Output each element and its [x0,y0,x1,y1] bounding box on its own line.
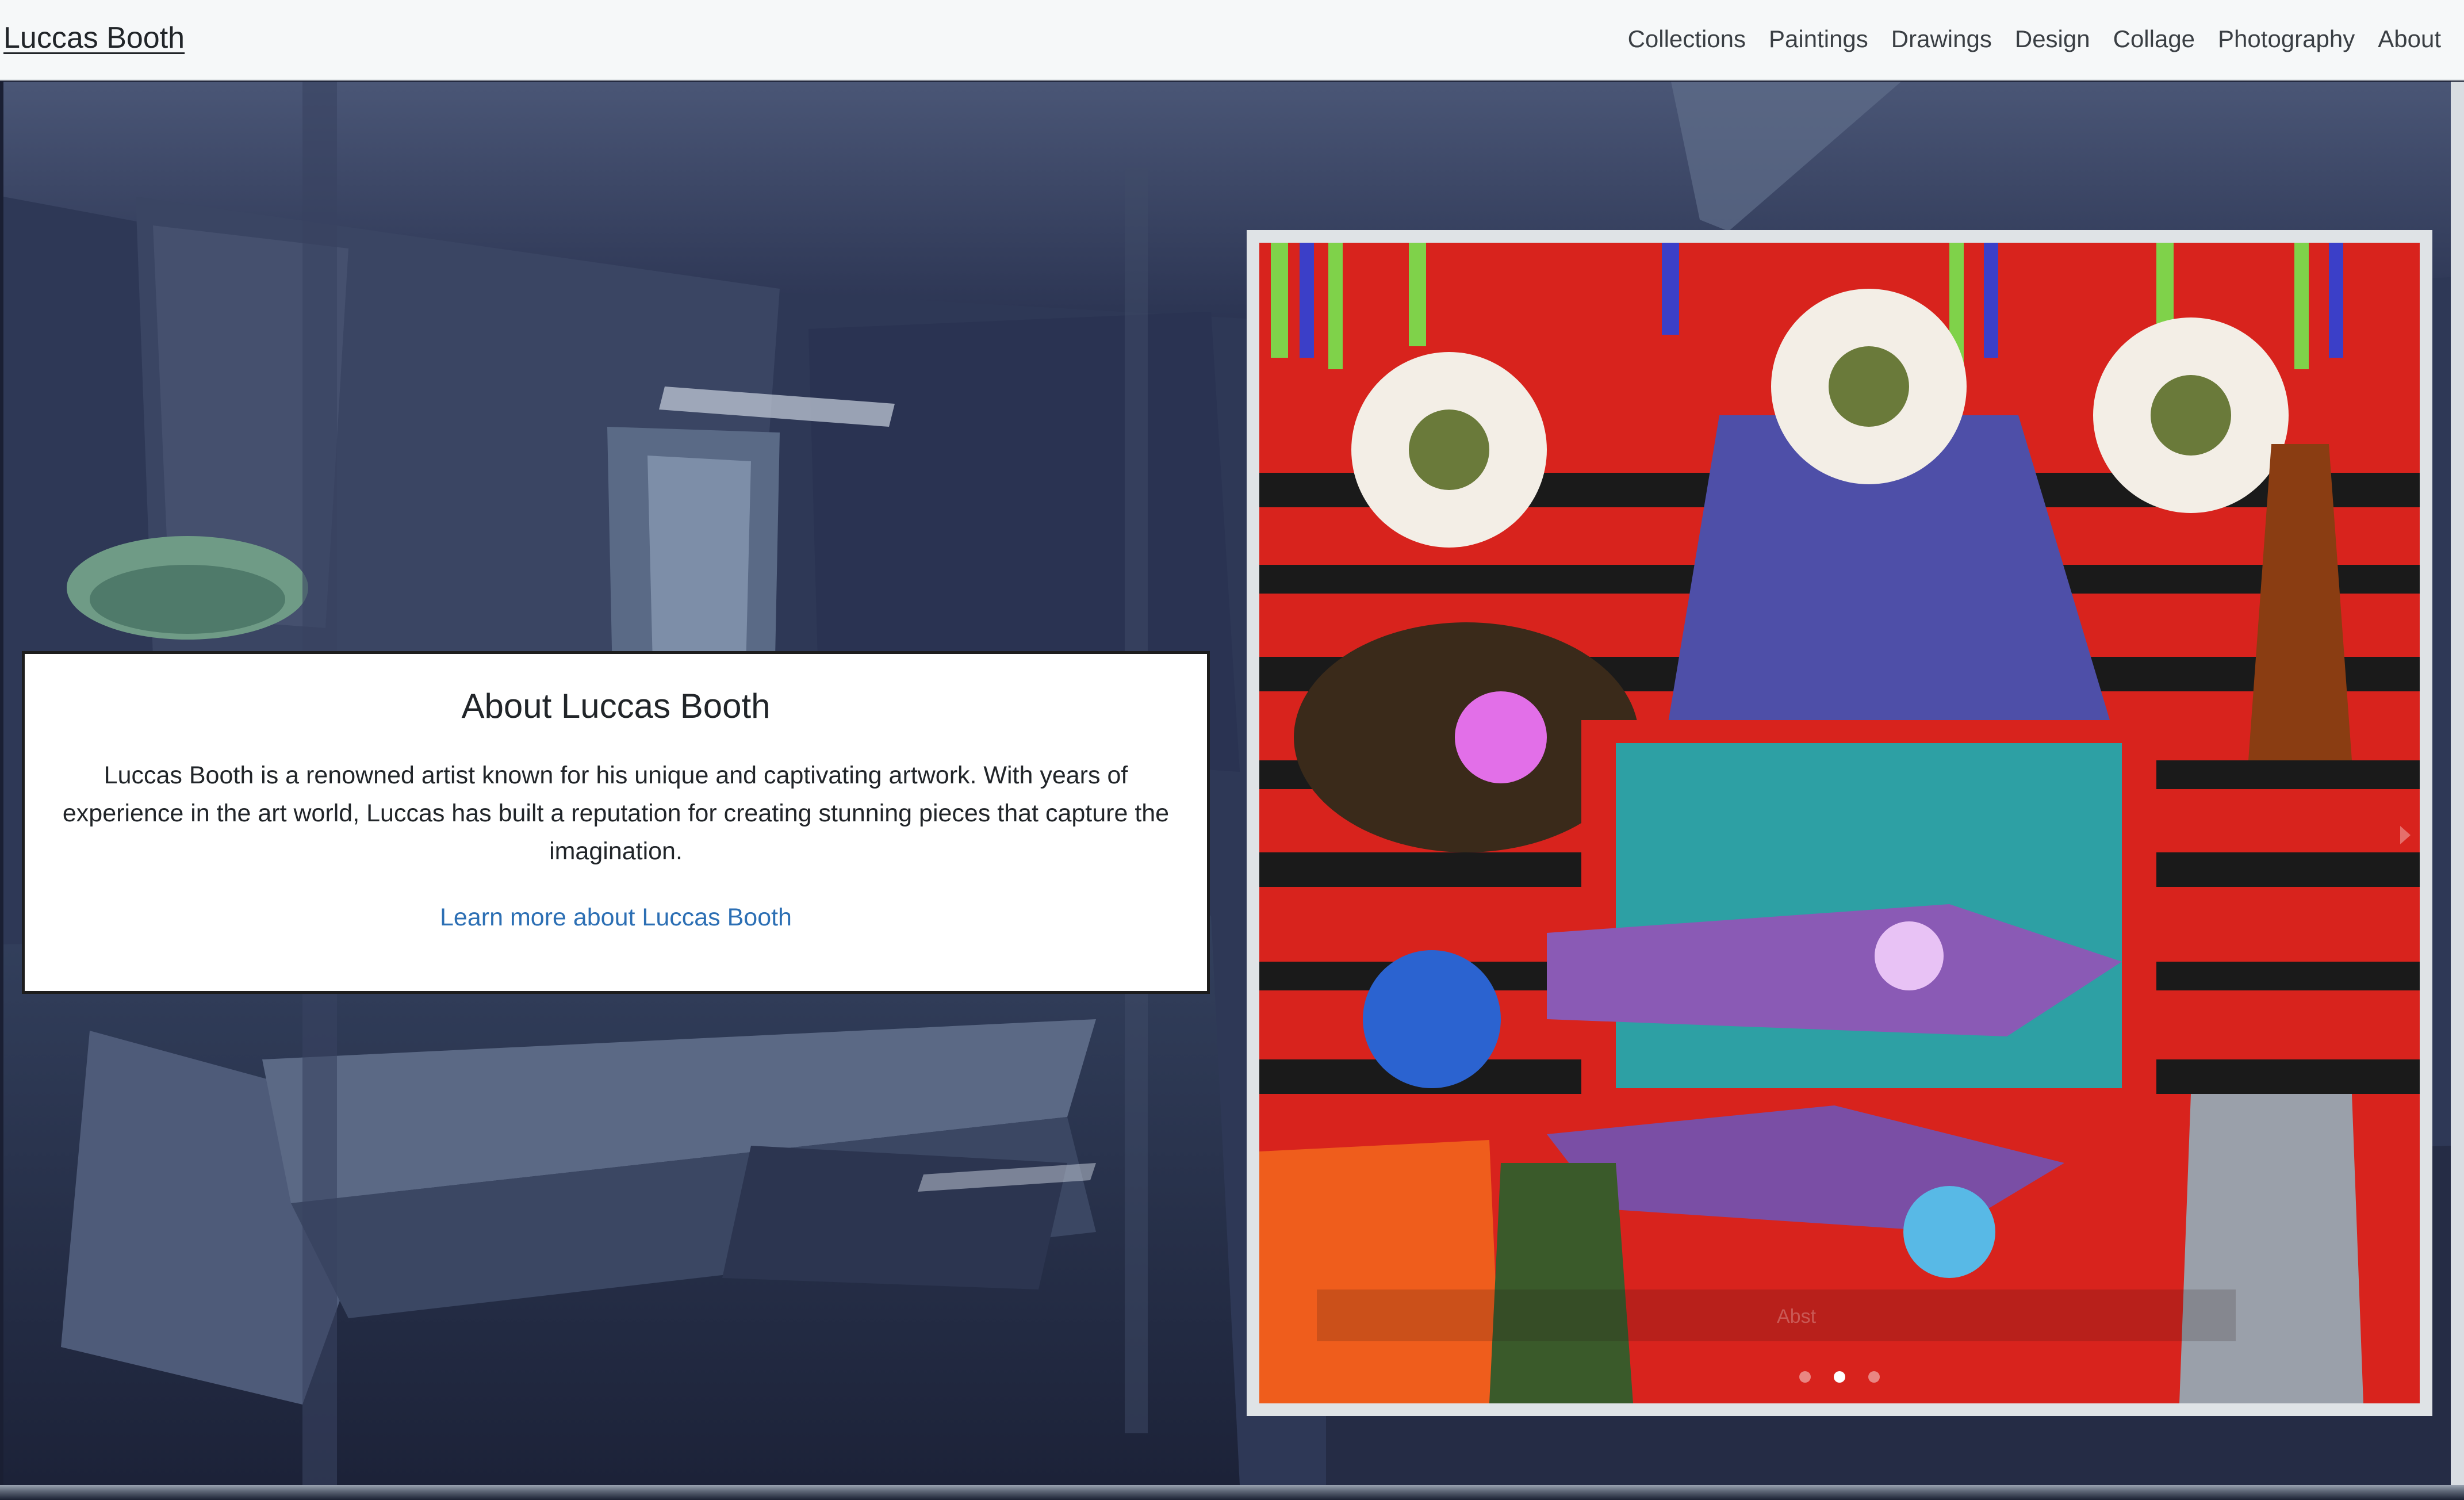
collage-artwork [1259,243,2420,1403]
carousel-slide[interactable]: Abst [1259,243,2420,1403]
brand-link[interactable]: Luccas Booth [3,21,185,55]
nav-item-paintings[interactable]: Paintings [1769,25,1868,53]
nav-item-about[interactable]: About [2378,25,2441,53]
nav-item-drawings[interactable]: Drawings [1891,25,1992,53]
nav-menu: Collections Paintings Drawings Design Co… [1628,25,2441,53]
nav-item-design[interactable]: Design [2015,25,2090,53]
carousel-indicators [1259,1371,2420,1383]
scrollbar-track [2451,82,2464,1485]
learn-more-link[interactable]: Learn more about Luccas Booth [25,904,1207,932]
bottom-edge [0,1485,2464,1500]
about-description: Luccas Booth is a renowned artist known … [62,762,1170,865]
artwork-carousel: Abst [1247,230,2432,1416]
navbar: Luccas Booth Collections Paintings Drawi… [0,0,2464,81]
carousel-indicator-3[interactable] [1868,1371,1880,1383]
page: Luccas Booth Collections Paintings Drawi… [0,0,2464,1500]
chevron-right-icon[interactable] [2394,818,2417,852]
carousel-indicator-2[interactable] [1834,1371,1845,1383]
nav-item-collage[interactable]: Collage [2113,25,2195,53]
carousel-caption: Abst [1777,1306,1817,1327]
nav-item-photography[interactable]: Photography [2218,25,2355,53]
carousel-caption-bar [1317,1289,2236,1341]
carousel-indicator-1[interactable] [1799,1371,1811,1383]
about-title: About Luccas Booth [461,687,771,725]
nav-item-collections[interactable]: Collections [1628,25,1746,53]
about-card: About Luccas Booth Luccas Booth is a ren… [22,651,1210,994]
